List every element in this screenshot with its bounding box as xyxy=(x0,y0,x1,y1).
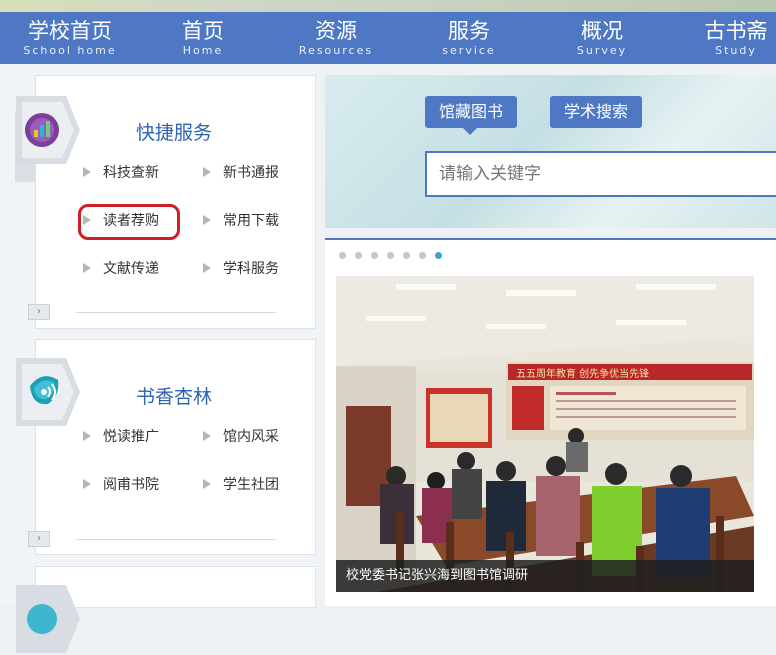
nav-label: 概况 xyxy=(581,19,623,43)
link-label: 文献传递 xyxy=(103,261,159,277)
nav-label: 资源 xyxy=(315,19,357,43)
main-nav: 学校首页 School home 首页 Home 资源 Resources 服务… xyxy=(0,12,776,64)
tab-pointer xyxy=(463,128,477,135)
nav-label: 古书斋 xyxy=(704,19,768,43)
nav-label: 首页 xyxy=(182,19,224,43)
link-new-books[interactable]: 新书通报 xyxy=(203,164,279,182)
link-label: 阅甫书院 xyxy=(103,477,159,493)
link-label: 新书通报 xyxy=(223,165,279,181)
nav-sublabel: Study xyxy=(715,44,757,57)
link-library-style[interactable]: 馆内风采 xyxy=(203,428,279,446)
link-reading-promo[interactable]: 悦读推广 xyxy=(83,428,159,446)
slider-dot[interactable] xyxy=(403,252,410,259)
bullet-icon xyxy=(203,263,211,273)
link-academy[interactable]: 阅甫书院 xyxy=(83,476,159,494)
link-subject-service[interactable]: 学科服务 xyxy=(203,260,279,278)
nav-survey[interactable]: 概况 Survey xyxy=(555,12,649,64)
link-label: 悦读推广 xyxy=(103,429,159,445)
link-label: 学科服务 xyxy=(223,261,279,277)
wifi-leaf-icon xyxy=(16,358,80,426)
nav-sublabel: service xyxy=(442,44,496,57)
link-label: 科技查新 xyxy=(103,165,159,181)
quick-service-title: 快捷服务 xyxy=(136,122,213,144)
link-sci-novelty[interactable]: 科技查新 xyxy=(83,164,159,182)
banner-text: 五五周年教育 创先争优当先锋 xyxy=(516,367,649,380)
nav-home[interactable]: 首页 Home xyxy=(156,12,250,64)
slider-dot[interactable] xyxy=(387,252,394,259)
bullet-icon xyxy=(203,215,211,225)
bullet-icon xyxy=(203,431,211,441)
nav-label: 学校首页 xyxy=(28,19,112,43)
divider xyxy=(76,539,276,540)
link-label: 常用下载 xyxy=(223,213,279,229)
nav-sublabel: Survey xyxy=(576,44,628,57)
top-banner-strip xyxy=(0,0,776,12)
more-button[interactable]: › xyxy=(28,531,50,547)
bullet-icon xyxy=(203,479,211,489)
nav-school-home[interactable]: 学校首页 School home xyxy=(14,12,126,64)
nav-sublabel: Resources xyxy=(298,44,374,57)
bullet-icon xyxy=(83,479,91,489)
slider-dot[interactable] xyxy=(419,252,426,259)
link-label: 馆内风采 xyxy=(223,429,279,445)
nav-resources[interactable]: 资源 Resources xyxy=(289,12,383,64)
bullet-icon xyxy=(83,263,91,273)
news-photo[interactable]: 五五周年教育 创先争优当先锋 xyxy=(336,276,754,592)
bullet-icon xyxy=(83,167,91,177)
books-title: 书香杏林 xyxy=(136,386,213,408)
link-student-clubs[interactable]: 学生社团 xyxy=(203,476,279,494)
bullet-icon xyxy=(203,167,211,177)
nav-label: 服务 xyxy=(448,19,490,43)
nav-study[interactable]: 古书斋 Study xyxy=(688,12,776,64)
nav-service[interactable]: 服务 service xyxy=(422,12,516,64)
tab-academic-search[interactable]: 学术搜索 xyxy=(550,96,643,128)
tab-library-books[interactable]: 馆藏图书 xyxy=(425,96,518,128)
link-downloads[interactable]: 常用下载 xyxy=(203,212,279,230)
chart-service-icon xyxy=(16,96,80,164)
news-caption[interactable]: 校党委书记张兴海到图书馆调研 xyxy=(336,560,754,592)
nav-sublabel: School home xyxy=(23,44,117,57)
bullet-icon xyxy=(83,431,91,441)
link-doc-delivery[interactable]: 文献传递 xyxy=(83,260,159,278)
link-label: 学生社团 xyxy=(223,477,279,493)
highlight-annotation xyxy=(78,204,180,240)
slider-dot[interactable] xyxy=(371,252,378,259)
slider-dot-active[interactable] xyxy=(435,252,442,259)
nav-sublabel: Home xyxy=(182,44,224,57)
more-button[interactable]: › xyxy=(28,304,50,320)
slider-dot[interactable] xyxy=(339,252,346,259)
search-input[interactable] xyxy=(425,151,776,197)
next-panel-icon xyxy=(16,585,80,653)
divider xyxy=(76,312,276,313)
slider-dot[interactable] xyxy=(355,252,362,259)
